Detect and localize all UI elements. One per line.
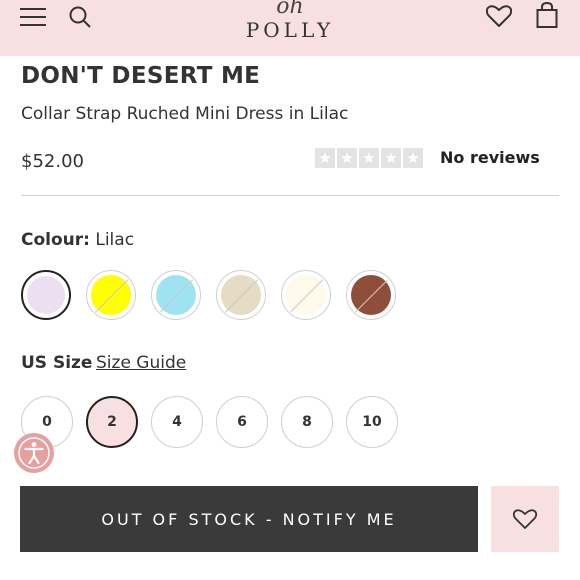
logo-wordmark: POLLY <box>245 18 335 42</box>
size-option-2[interactable]: 2 <box>86 396 138 448</box>
swatch-brown[interactable] <box>346 270 396 320</box>
colour-label: Colour: <box>21 230 90 250</box>
size-option-10[interactable]: 10 <box>346 396 398 448</box>
star-icon: ★ <box>337 148 357 168</box>
search-icon[interactable] <box>68 5 92 29</box>
notify-me-button[interactable]: OUT OF STOCK - NOTIFY ME <box>20 486 478 552</box>
logo-script: oh <box>276 0 304 19</box>
reviews-count[interactable]: No reviews <box>440 148 540 167</box>
site-header: oh POLLY <box>0 0 580 56</box>
size-option-8[interactable]: 8 <box>281 396 333 448</box>
swatch-light-blue[interactable] <box>151 270 201 320</box>
size-option-4[interactable]: 4 <box>151 396 203 448</box>
colour-value: Lilac <box>95 230 135 250</box>
wishlist-button[interactable] <box>491 486 559 552</box>
swatch-fill <box>27 276 65 314</box>
heart-icon <box>512 509 538 529</box>
swatch-beige[interactable] <box>216 270 266 320</box>
swatch-cream[interactable] <box>281 270 331 320</box>
brand-logo[interactable]: oh POLLY <box>235 0 345 48</box>
product-collection: DON'T DESERT ME <box>21 63 261 89</box>
swatch-lilac[interactable] <box>21 270 71 320</box>
star-icon: ★ <box>359 148 379 168</box>
size-option-6[interactable]: 6 <box>216 396 268 448</box>
bag-icon[interactable] <box>536 1 558 28</box>
accessibility-button[interactable] <box>14 433 54 473</box>
size-label-text: US Size <box>21 353 93 373</box>
heart-icon[interactable] <box>485 4 513 28</box>
star-icon: ★ <box>403 148 423 168</box>
menu-icon[interactable] <box>20 6 46 28</box>
rating-stars[interactable]: ★ ★ ★ ★ ★ <box>315 148 423 168</box>
size-label: US Size <box>21 353 92 373</box>
colour-label-line: Colour: Lilac <box>21 230 134 250</box>
product-name: Collar Strap Ruched Mini Dress in Lilac <box>21 104 349 124</box>
accessibility-icon <box>18 437 50 469</box>
size-guide-link[interactable]: Size Guide <box>96 353 186 373</box>
swatch-yellow[interactable] <box>86 270 136 320</box>
star-icon: ★ <box>381 148 401 168</box>
divider <box>21 195 559 196</box>
star-icon: ★ <box>315 148 335 168</box>
product-price: $52.00 <box>21 151 84 172</box>
